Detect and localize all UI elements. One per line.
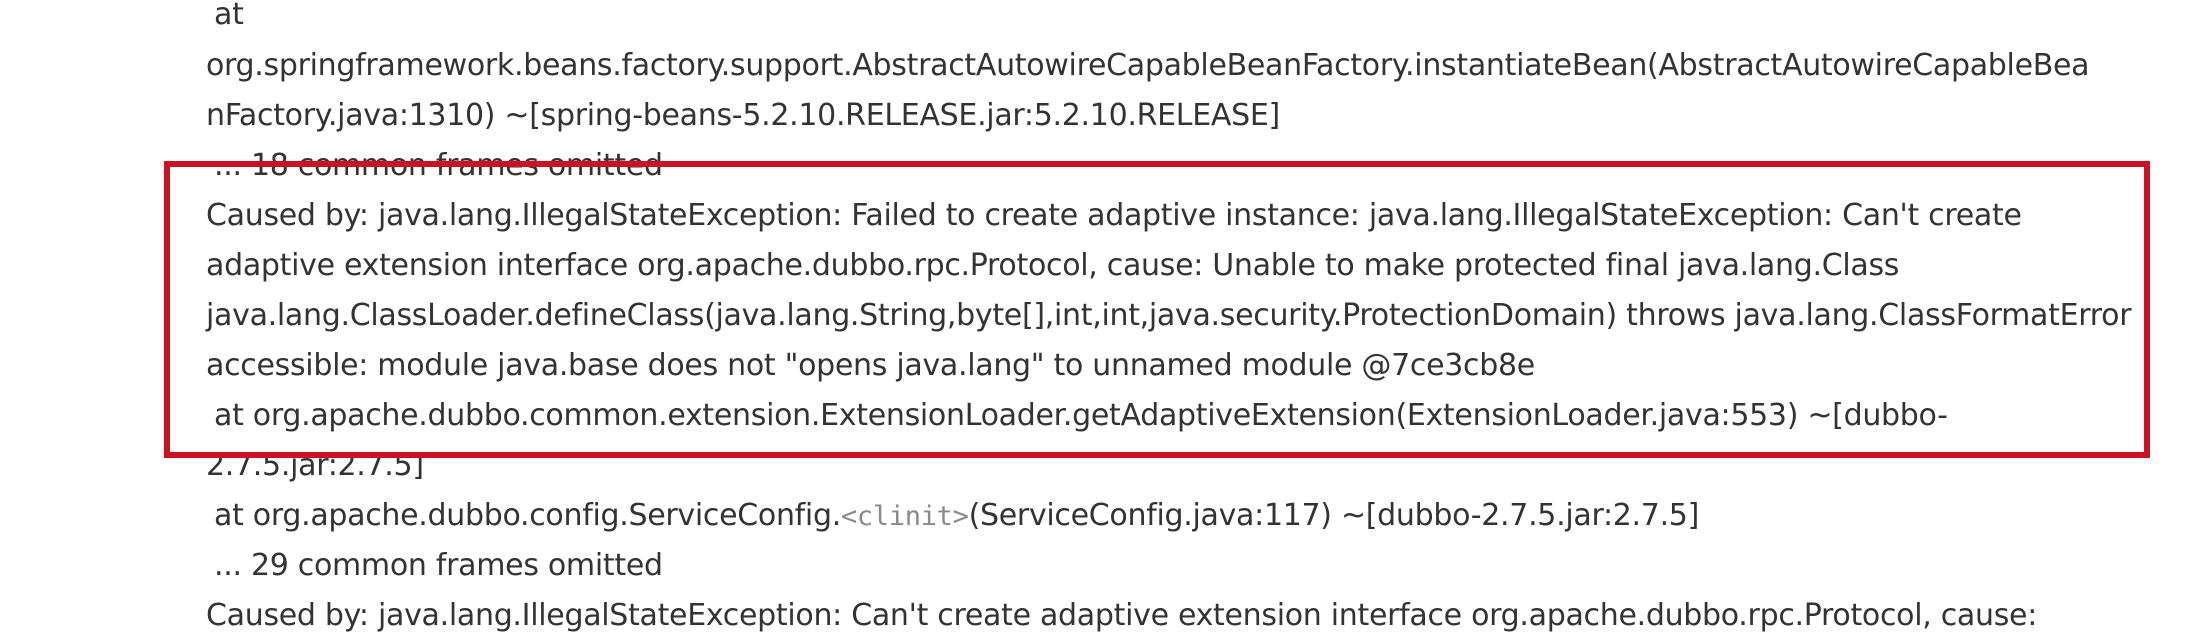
log-line: Caused by: java.lang.IllegalStateExcepti… bbox=[206, 598, 2037, 633]
log-line: java.lang.ClassLoader.defineClass(java.l… bbox=[206, 298, 2132, 333]
log-line: accessible: module java.base does not "o… bbox=[206, 348, 1535, 383]
log-line: at org.apache.dubbo.common.extension.Ext… bbox=[214, 398, 1948, 433]
log-line: Caused by: java.lang.IllegalStateExcepti… bbox=[206, 198, 2022, 233]
log-line: nFactory.java:1310) ~[spring-beans-5.2.1… bbox=[206, 98, 1280, 133]
log-viewer: at org.springframework.beans.factory.sup… bbox=[0, 0, 2196, 633]
log-line: at bbox=[214, 0, 244, 32]
log-line: 2.7.5.jar:2.7.5] bbox=[206, 448, 424, 483]
log-line: org.springframework.beans.factory.suppor… bbox=[206, 48, 2090, 83]
log-text: at org.apache.dubbo.config.ServiceConfig… bbox=[214, 498, 841, 533]
log-line: ... 29 common frames omitted bbox=[214, 548, 663, 583]
log-line: ... 18 common frames omitted bbox=[214, 148, 663, 183]
log-line: at org.apache.dubbo.config.ServiceConfig… bbox=[214, 491, 1699, 542]
clinit-code: <clinit> bbox=[840, 501, 969, 532]
log-line: adaptive extension interface org.apache.… bbox=[206, 248, 1900, 283]
log-text: (ServiceConfig.java:117) ~[dubbo-2.7.5.j… bbox=[968, 498, 1700, 533]
